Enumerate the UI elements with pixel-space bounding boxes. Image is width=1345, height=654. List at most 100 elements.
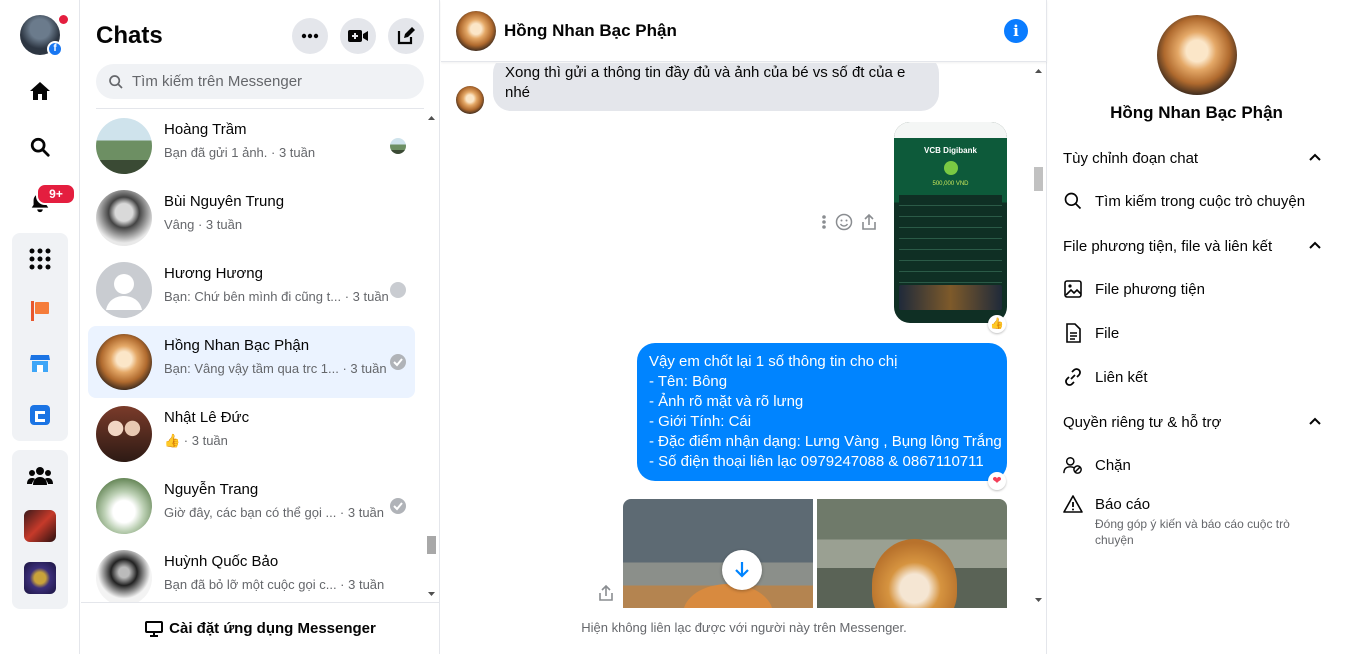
groups-icon[interactable] [24,460,56,492]
profile-avatar[interactable]: f [20,15,68,57]
chat-list-scrollbar[interactable] [424,110,439,602]
messenger-app: f 9+ Chats Tìm kiếm trên Messenger Hoàng… [0,0,1345,654]
desktop-icon [145,620,164,637]
search-icon[interactable] [24,131,56,163]
warning-icon [1063,494,1083,514]
report-item[interactable]: Báo cáo [1063,494,1150,514]
conversation-row[interactable]: Bùi Nguyên Trung Vâng · 3 tuần [88,182,415,254]
customize-chat-section[interactable]: Tùy chỉnh đoạn chat [1063,150,1198,167]
thumbs-up-reaction-icon[interactable]: 👍 [988,315,1006,333]
conversation-row[interactable]: Hương Hương Bạn: Chứ bên mình đi cũng t.… [88,254,415,326]
search-in-conversation-label: Tìm kiếm trong cuộc trò chuyện [1095,192,1306,210]
shortcut-group [12,233,68,441]
message-preview: 👍 · 3 tuần [164,433,228,448]
search-placeholder: Tìm kiếm trên Messenger [132,73,303,90]
block-label: Chặn [1095,456,1131,474]
seen-default-avatar-icon [390,282,406,298]
info-icon[interactable]: i [1004,19,1028,43]
more-options-button[interactable] [292,18,328,54]
conversation-row-active[interactable]: Hồng Nhan Bạc Phận Bạn: Vâng vậy tầm qua… [88,326,415,398]
dog-photo-2[interactable] [817,499,1007,608]
files-label: File [1095,324,1120,342]
search-in-conversation[interactable]: Tìm kiếm trong cuộc trò chuyện [1063,191,1305,211]
media-label: File phương tiện [1095,280,1205,298]
message-preview: Bạn: Vâng vậy tầm qua trc 1... · 3 tuần [164,361,387,376]
chevron-up-icon[interactable] [1308,240,1322,250]
image-icon [1063,279,1083,299]
conversation-panel: Hồng Nhan Bạc Phận i Xong thì gửi a thôn… [441,0,1047,654]
avatar [96,118,152,174]
block-item[interactable]: Chặn [1063,455,1131,475]
message-preview: Bạn: Chứ bên mình đi cũng t... · 3 tuần [164,289,389,304]
install-label: Cài đặt ứng dụng Messenger [169,620,376,637]
conversation-row[interactable]: Hoàng Trầm Bạn đã gửi 1 ảnh. · 3 tuần [88,110,415,182]
new-message-button[interactable] [388,18,424,54]
incoming-message[interactable]: Xong thì gửi a thông tin đầy đủ và ảnh c… [493,63,939,111]
unavailable-notice: Hiện không liên lạc được với người này t… [581,620,907,635]
share-icon[interactable] [598,584,614,602]
contact-name: Bùi Nguyên Trung [164,193,285,210]
more-vertical-icon[interactable] [821,214,827,230]
conversation-scrollbar[interactable] [1031,63,1046,608]
contact-avatar-large[interactable] [1157,15,1237,95]
avatar [96,550,152,602]
contact-name: Hoàng Trầm [164,121,247,138]
conversation-list: Hoàng Trầm Bạn đã gửi 1 ảnh. · 3 tuần Bù… [88,110,415,602]
outgoing-message[interactable]: Vậy em chốt lại 1 số thông tin cho chị -… [637,343,1007,481]
conversation-row[interactable]: Nguyễn Trang Giờ đây, các bạn có thể gọi… [88,470,415,542]
download-button[interactable] [722,550,762,590]
contact-name: Hồng Nhan Bạc Phận [1110,103,1283,122]
dog-photo-1[interactable] [623,499,813,608]
contact-name: Hồng Nhan Bạc Phận [164,337,310,354]
links-item[interactable]: Liên kết [1063,367,1148,387]
install-messenger-button[interactable]: Cài đặt ứng dụng Messenger [81,602,440,654]
media-item[interactable]: File phương tiện [1063,279,1205,299]
chevron-up-icon[interactable] [1308,152,1322,162]
share-icon[interactable] [861,213,877,231]
files-item[interactable]: File [1063,323,1119,343]
marketplace-icon[interactable] [24,347,56,379]
avatar [96,478,152,534]
home-icon[interactable] [24,75,56,107]
facebook-badge-icon: f [47,41,63,57]
list-divider [96,108,424,109]
contact-name[interactable]: Hồng Nhan Bạc Phận [504,21,677,41]
avatar [96,262,152,318]
media-files-links-section[interactable]: File phương tiện, file và liên kết [1063,238,1272,255]
left-rail: f 9+ [0,0,80,654]
message-line: - Giới Tính: Cái [649,413,752,430]
conversation-row[interactable]: Huỳnh Quốc Bảo Bạn đã bỏ lỡ một cuộc gọi… [88,542,415,602]
message-preview: Bạn đã bỏ lỡ một cuộc gọi c... · 3 tuần [164,577,385,592]
heart-reaction-icon[interactable]: ❤ [988,472,1006,490]
avatar [96,190,152,246]
contact-avatar[interactable] [456,11,496,51]
message-preview: Giờ đây, các bạn có thể gọi ... · 3 tuần [164,505,385,520]
emoji-react-icon[interactable] [835,213,853,231]
more-dots-icon [301,33,319,39]
gaming-icon[interactable] [24,399,56,431]
pages-flag-icon[interactable] [24,295,56,327]
contact-name: Nhật Lê Đức [164,409,250,426]
contact-name: Hương Hương [164,265,263,282]
group-thumbnail-2[interactable] [24,562,56,594]
bank-receipt-image[interactable]: VCB Digibank 500,000 VND [894,122,1007,323]
conversation-info-panel: Hồng Nhan Bạc Phận Tùy chỉnh đoạn chat T… [1048,0,1345,654]
chat-search-input[interactable]: Tìm kiếm trên Messenger [96,64,424,99]
sent-check-icon [390,498,406,514]
message-line: - Tên: Bông [649,373,728,390]
conversation-row[interactable]: Nhật Lê Đức 👍 · 3 tuần [88,398,415,470]
link-icon [1063,367,1083,387]
chats-title: Chats [96,22,163,49]
conversation-header: Hồng Nhan Bạc Phận i [441,0,1047,62]
contact-name: Nguyễn Trang [164,481,259,498]
privacy-support-section[interactable]: Quyền riêng tư & hỗ trợ [1063,414,1221,431]
compose-icon [397,27,415,45]
apps-grid-icon[interactable] [24,243,56,275]
receipt-amount: 500,000 VND [932,181,969,187]
group-thumbnail-1[interactable] [24,510,56,542]
message-thread: Xong thì gửi a thông tin đầy đủ và ảnh c… [441,63,1031,608]
chevron-up-icon[interactable] [1308,416,1322,426]
avatar [96,334,152,390]
new-video-call-button[interactable] [340,18,376,54]
contact-name: Huỳnh Quốc Bảo [164,553,279,570]
